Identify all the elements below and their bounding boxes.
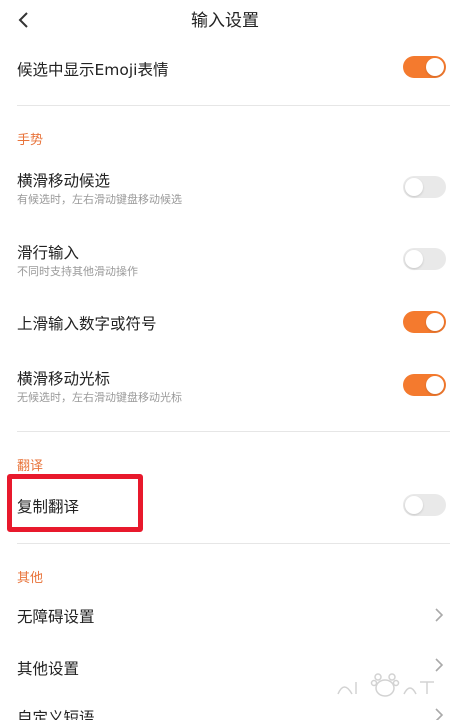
setting-row-emoji[interactable]: 候选中显示Emoji表情: [0, 40, 450, 102]
setting-subtitle: 无候选时，左右滑动键盘移动光标: [17, 391, 182, 404]
setting-subtitle: 有候选时，左右滑动键盘移动候选: [17, 193, 182, 206]
section-label-gesture: 手势: [17, 133, 44, 148]
red-highlight-box: [7, 474, 143, 532]
section-label-other: 其他: [17, 571, 44, 586]
swipe-candidates-toggle[interactable]: [403, 176, 446, 198]
setting-title: 候选中显示Emoji表情: [17, 61, 169, 79]
setting-title: 横滑移动光标: [17, 370, 111, 388]
setting-row-swipe-up-symbols[interactable]: 上滑输入数字或符号: [0, 291, 450, 353]
page-title: 输入设置: [191, 11, 259, 31]
glide-input-toggle[interactable]: [403, 248, 446, 270]
emoji-toggle[interactable]: [403, 56, 446, 78]
setting-title: 无障碍设置: [17, 608, 95, 626]
divider: [17, 431, 450, 432]
toggle-knob: [426, 313, 444, 331]
top-bar: 输入设置: [0, 0, 450, 40]
divider: [17, 543, 450, 544]
swipe-cursor-toggle[interactable]: [403, 374, 446, 396]
watermark-logo: [337, 673, 434, 697]
chevron-right-icon: [435, 608, 444, 622]
toggle-knob: [426, 376, 444, 394]
toggle-knob: [405, 250, 423, 268]
setting-subtitle: 不同时支持其他滑动操作: [17, 265, 138, 278]
toggle-knob: [405, 178, 423, 196]
setting-title: 其他设置: [17, 660, 80, 678]
setting-title: 上滑输入数字或符号: [17, 315, 157, 333]
toggle-knob: [405, 496, 423, 514]
setting-row-swipe-candidates[interactable]: 横滑移动候选 有候选时，左右滑动键盘移动候选: [0, 160, 450, 222]
swipe-up-symbols-toggle[interactable]: [403, 311, 446, 333]
setting-title: 横滑移动候选: [17, 172, 111, 190]
divider: [17, 105, 450, 106]
copy-translate-toggle[interactable]: [403, 494, 446, 516]
setting-row-swipe-cursor[interactable]: 横滑移动光标 无候选时，左右滑动键盘移动光标: [0, 358, 450, 420]
section-label-translate: 翻译: [17, 459, 44, 474]
setting-row-glide-input[interactable]: 滑行输入 不同时支持其他滑动操作: [0, 232, 450, 294]
chevron-right-icon: [435, 708, 444, 720]
toggle-knob: [426, 58, 444, 76]
setting-title: 滑行输入: [17, 244, 80, 262]
setting-title: 自定义短语: [17, 709, 95, 720]
